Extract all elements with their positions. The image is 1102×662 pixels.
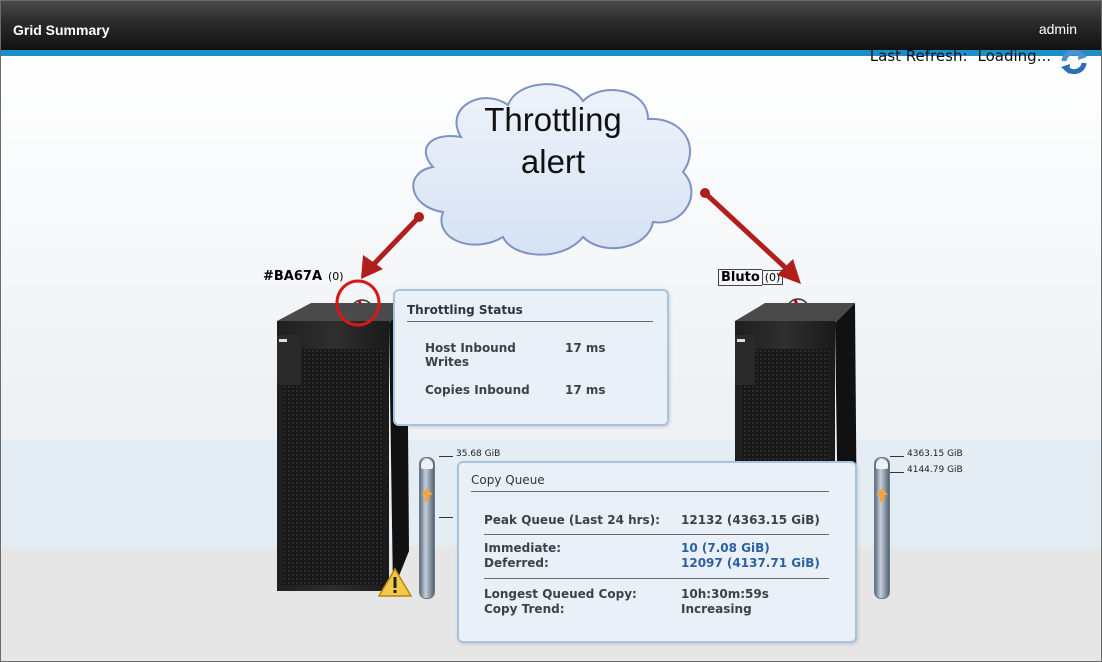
up-arrow-icon (421, 488, 433, 502)
copies-inbound-label: Copies Inbound (425, 383, 530, 397)
immediate-value-link[interactable]: 10 (7.08 GiB) (681, 541, 770, 555)
alert-line-2: alert (520, 143, 586, 180)
title-bar: Grid Summary admin (1, 1, 1101, 56)
capacity-tick (890, 472, 904, 473)
peak-queue-label: Peak Queue (Last 24 hrs): (484, 513, 660, 527)
deferred-label: Deferred: (484, 556, 549, 570)
throttling-status-popup: Throttling Status Host Inbound Writes 17… (393, 289, 669, 426)
capacity-tick-label: 35.68 GiB (456, 449, 501, 459)
up-arrow-icon (876, 488, 888, 502)
throttling-alert-text: Throttling alert (403, 99, 703, 183)
warning-icon[interactable] (378, 567, 412, 597)
last-refresh: Last Refresh: Loading... (870, 47, 1051, 65)
node-count: (0) (761, 270, 784, 285)
capacity-tick-label: 4363.15 GiB (907, 449, 963, 459)
copy-trend-label: Copy Trend: (484, 602, 565, 616)
capacity-tick (439, 517, 453, 518)
capacity-tick (439, 456, 453, 457)
divider (484, 578, 829, 579)
copy-queue-popup: Copy Queue Peak Queue (Last 24 hrs): 121… (457, 461, 857, 643)
immediate-label: Immediate: (484, 541, 562, 555)
node-name: #BA67A (263, 269, 323, 284)
deferred-value-link[interactable]: 12097 (4137.71 GiB) (681, 556, 820, 570)
capacity-tick (890, 456, 904, 457)
node-count: (0) (328, 270, 344, 283)
longest-queued-label: Longest Queued Copy: (484, 587, 637, 601)
grid-summary-window: Grid Summary admin Last Refresh: Loading.… (0, 0, 1102, 662)
capacity-bar-cap (876, 459, 888, 469)
capacity-bar-bluto[interactable] (874, 457, 890, 599)
capacity-bar-cap (421, 459, 433, 469)
page-title: Grid Summary (13, 22, 110, 38)
alert-line-1: Throttling (484, 101, 622, 138)
copy-trend-value: Increasing (681, 602, 752, 616)
host-inbound-value: 17 ms (565, 341, 606, 355)
node-label-bluto[interactable]: Bluto (0) (718, 269, 784, 286)
node-label-ba67a[interactable]: #BA67A (0) (263, 269, 346, 284)
node-name: Bluto (718, 269, 762, 286)
divider (484, 534, 829, 535)
longest-queued-value: 10h:30m:59s (681, 587, 769, 601)
copy-queue-title: Copy Queue (471, 473, 829, 492)
capacity-tick-label: 4144.79 GiB (907, 465, 963, 475)
last-refresh-label: Last Refresh: (869, 47, 968, 65)
throttling-status-title: Throttling Status (407, 303, 653, 322)
copies-inbound-value: 17 ms (565, 383, 606, 397)
last-refresh-status: Loading... (977, 47, 1051, 65)
refresh-icon[interactable] (1059, 49, 1089, 75)
capacity-bar-ba67a[interactable] (419, 457, 435, 599)
peak-queue-value: 12132 (4363.15 GiB) (681, 513, 820, 527)
host-inbound-label: Host Inbound Writes (425, 341, 516, 369)
user-menu[interactable]: admin (1039, 21, 1077, 37)
